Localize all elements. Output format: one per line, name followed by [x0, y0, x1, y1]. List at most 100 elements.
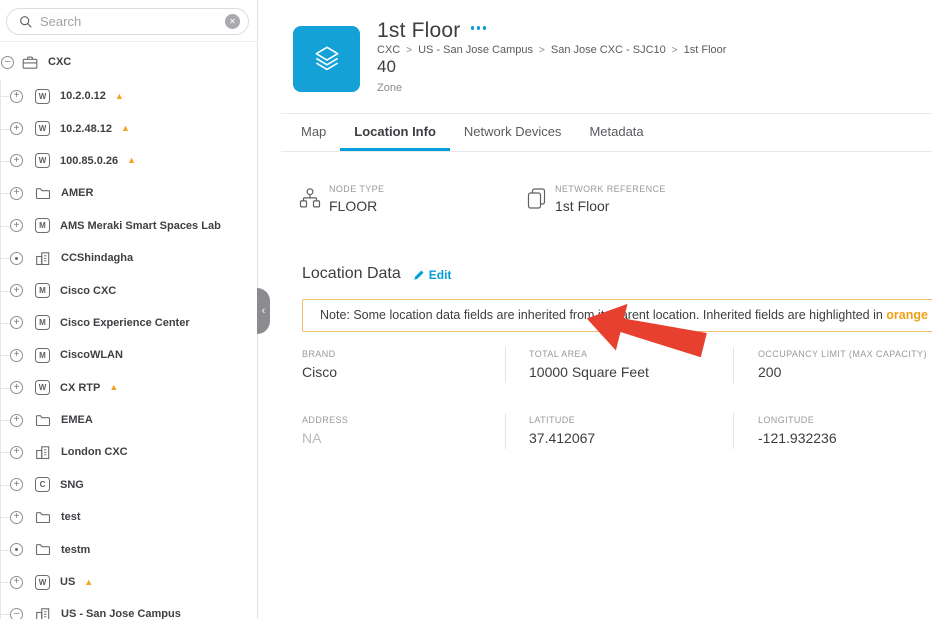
- expand-icon[interactable]: +: [10, 446, 23, 459]
- network-m-icon: M: [35, 348, 50, 363]
- tree-item-label: Cisco Experience Center: [60, 317, 190, 329]
- tab-network-devices[interactable]: Network Devices: [450, 114, 576, 151]
- tree-connector: [0, 517, 10, 518]
- expand-icon[interactable]: +: [10, 381, 23, 394]
- folder-icon: [35, 510, 51, 525]
- field-value: NA: [302, 430, 505, 446]
- warning-icon: ▲: [127, 156, 136, 165]
- sidebar: ✕ – CXC + W 10.2.0.12 ▲ +W10.2.48.12▲+W100.85.…: [0, 0, 258, 619]
- node-type-label: NODE TYPE: [329, 184, 384, 194]
- field-label: BRAND: [302, 349, 505, 359]
- folder-icon: [35, 413, 51, 428]
- tree-connector: [0, 323, 10, 324]
- tree-item-label: CCShindagha: [61, 252, 133, 264]
- leaf-icon[interactable]: [10, 252, 23, 265]
- field-value: Cisco: [302, 364, 505, 380]
- edit-button[interactable]: Edit: [413, 268, 452, 282]
- tree-item-cx-rtp[interactable]: +WCX RTP▲: [0, 372, 258, 404]
- search-box[interactable]: ✕: [6, 8, 249, 35]
- tree-item-10-2-0-12[interactable]: + W 10.2.0.12 ▲: [0, 80, 258, 112]
- folder-icon: [35, 542, 51, 557]
- more-options-icon[interactable]: [471, 26, 487, 30]
- location-fields: BRANDCiscoTOTAL AREA10000 Square FeetOCC…: [302, 347, 930, 449]
- tab-bar-divider: [281, 151, 932, 152]
- tab-map[interactable]: Map: [287, 114, 340, 151]
- layers-icon: [311, 43, 343, 75]
- collapse-icon[interactable]: –: [10, 608, 23, 619]
- search-divider: [0, 41, 258, 42]
- search-icon: [19, 15, 33, 29]
- tree-item-ams-meraki-smart-spaces-lab[interactable]: +MAMS Meraki Smart Spaces Lab: [0, 210, 258, 242]
- tree-item-cisco-experience-center[interactable]: +MCisco Experience Center: [0, 307, 258, 339]
- tree-item-label: US: [60, 576, 75, 588]
- expand-icon[interactable]: +: [10, 154, 23, 167]
- expand-icon[interactable]: +: [10, 414, 23, 427]
- expand-icon[interactable]: +: [10, 90, 23, 103]
- tree-connector: [0, 161, 10, 162]
- campus-icon: [35, 607, 51, 619]
- zone-count: 40: [377, 57, 396, 77]
- sidebar-collapse-handle[interactable]: ‹: [257, 288, 270, 334]
- search-input[interactable]: [40, 14, 225, 29]
- network-w-icon: W: [35, 89, 50, 104]
- tree-item-label: CXC: [48, 56, 71, 68]
- tree-item-london-cxc[interactable]: + London CXC: [0, 436, 258, 468]
- tree-item-ccshindagha[interactable]: CCShindagha: [0, 242, 258, 274]
- tree-item-label: 10.2.48.12: [60, 123, 112, 135]
- network-reference-block: NETWORK REFERENCE 1st Floor: [526, 184, 666, 214]
- breadcrumb-item[interactable]: CXC: [377, 44, 400, 56]
- tab-metadata[interactable]: Metadata: [575, 114, 657, 151]
- warning-icon: ▲: [115, 92, 124, 101]
- node-type-icon: [299, 187, 321, 210]
- field-address: ADDRESSNA: [302, 413, 505, 449]
- tree-item-label: 10.2.0.12: [60, 90, 106, 102]
- network-reference-label: NETWORK REFERENCE: [555, 184, 666, 194]
- warning-icon: ▲: [109, 383, 118, 392]
- tree-item-100-85-0-26[interactable]: +W100.85.0.26▲: [0, 145, 258, 177]
- tree-item-cxc[interactable]: – CXC: [0, 44, 258, 80]
- pencil-icon: [413, 269, 425, 281]
- tree-item-label: EMEA: [61, 414, 93, 426]
- tree-item-label: Cisco CXC: [60, 285, 116, 297]
- tree-item-testm[interactable]: testm: [0, 533, 258, 565]
- field-value: 37.412067: [529, 430, 733, 446]
- breadcrumb-item[interactable]: 1st Floor: [684, 44, 727, 56]
- tree-item-amer[interactable]: +AMER: [0, 177, 258, 209]
- tree-item-sng[interactable]: +CSNG: [0, 469, 258, 501]
- clear-search-icon[interactable]: ✕: [225, 14, 240, 29]
- tree-item-us-san-jose-campus[interactable]: –US - San Jose Campus: [0, 598, 258, 619]
- breadcrumb-item[interactable]: San Jose CXC - SJC10: [551, 44, 666, 56]
- expand-icon[interactable]: +: [10, 478, 23, 491]
- expand-icon[interactable]: +: [10, 122, 23, 135]
- tree-connector: [0, 193, 10, 194]
- tree-connector: [0, 582, 10, 583]
- tree-item-emea[interactable]: + EMEA: [0, 404, 258, 436]
- expand-icon[interactable]: +: [10, 187, 23, 200]
- expand-icon[interactable]: +: [10, 219, 23, 232]
- tree-item-test[interactable]: + test: [0, 501, 258, 533]
- network-reference-icon: [526, 187, 547, 210]
- tree-item-10-2-48-12[interactable]: +W10.2.48.12▲: [0, 112, 258, 144]
- expand-icon[interactable]: +: [10, 349, 23, 362]
- expand-icon[interactable]: +: [10, 284, 23, 297]
- tree-item-us[interactable]: +WUS▲: [0, 566, 258, 598]
- expand-icon[interactable]: +: [10, 316, 23, 329]
- folder-icon: [35, 186, 51, 201]
- leaf-icon[interactable]: [10, 543, 23, 556]
- tab-location-info[interactable]: Location Info: [340, 114, 450, 151]
- tab-bar: MapLocation InfoNetwork DevicesMetadata: [281, 113, 932, 151]
- tree-item-ciscowlan[interactable]: +MCiscoWLAN: [0, 339, 258, 371]
- collapse-icon[interactable]: –: [1, 56, 14, 69]
- tree-item-cisco-cxc[interactable]: +MCisco CXC: [0, 274, 258, 306]
- node-type-block: NODE TYPE FLOOR: [299, 184, 384, 214]
- breadcrumb-item[interactable]: US - San Jose Campus: [418, 44, 533, 56]
- tree-item-label: London CXC: [61, 446, 128, 458]
- tree-connector: [0, 355, 10, 356]
- tree-item-label: testm: [61, 544, 90, 556]
- expand-icon[interactable]: +: [10, 511, 23, 524]
- tree-connector: [0, 420, 10, 421]
- expand-icon[interactable]: +: [10, 576, 23, 589]
- tree-item-label: test: [61, 511, 81, 523]
- tree-connector: [0, 291, 10, 292]
- tree-connector: [0, 614, 10, 615]
